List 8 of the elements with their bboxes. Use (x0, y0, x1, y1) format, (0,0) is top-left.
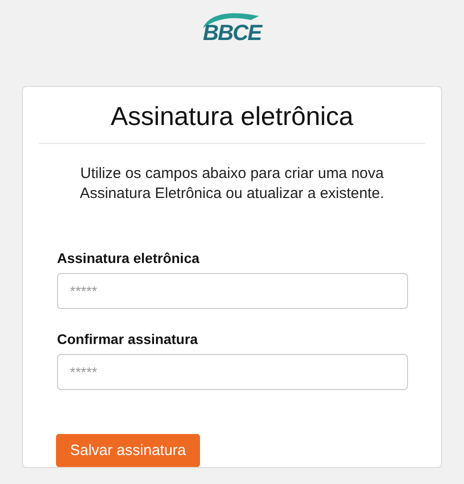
description: Utilize os campos abaixo para criar uma nova Assinatura Eletrônica ou atualizar a existente. (78, 164, 386, 204)
card-title: Assinatura eletrônica (39, 87, 425, 144)
field-label: Confirmar assinatura (57, 331, 199, 347)
save-button[interactable]: Salvar assinatura (56, 434, 200, 467)
logo: BBCE (202, 22, 262, 44)
signature-field[interactable]: ***** (57, 354, 408, 390)
signature-field[interactable]: ***** (57, 273, 408, 309)
field-label: Assinatura eletrônica (57, 250, 200, 266)
